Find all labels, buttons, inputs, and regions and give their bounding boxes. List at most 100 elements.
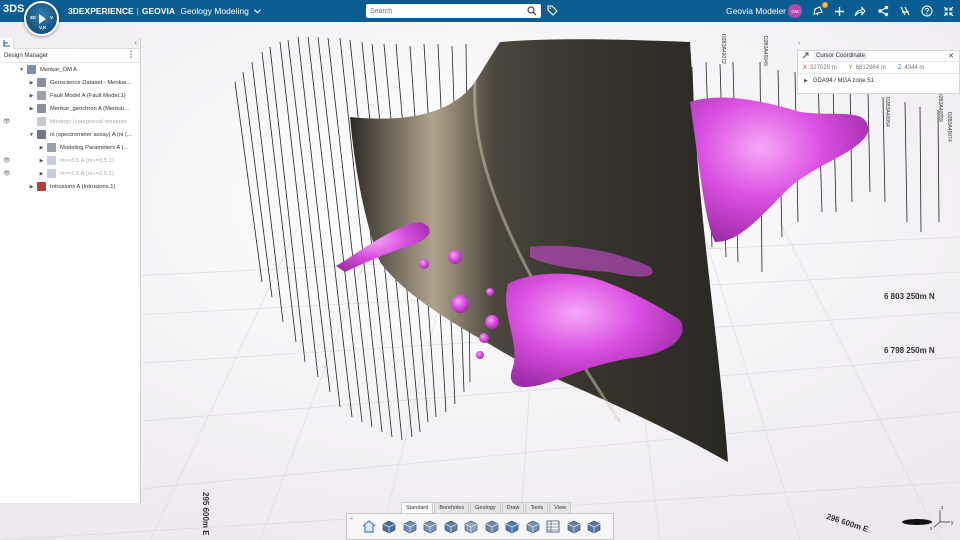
close-icon[interactable]: ✕ [948,52,954,60]
feature-icon [27,65,36,74]
eye-hidden-icon[interactable]: 👁 [3,157,11,164]
network-share-icon[interactable] [876,4,890,18]
home-icon[interactable] [359,517,378,537]
panel-header: Design Manager ⋮ [0,49,140,63]
tree-item[interactable]: ▶ Intrusions A (Intrusions.1) [28,180,115,193]
tree-item[interactable]: ▶ Fault Model A (Fault Model.1) [28,89,126,102]
compass-left-label: 3D [30,15,36,20]
user-avatar[interactable]: GM [788,4,802,18]
feature-icon [37,117,46,126]
tree-item-label: ni (spectrometer assay) A (ni (... [50,131,132,138]
solid-blue-icon[interactable] [503,517,522,537]
northing-label: 6 803 250m N [884,292,935,301]
user-name[interactable]: Geovia Modeler [726,6,786,16]
geology-3d-scene[interactable] [0,22,960,540]
orebody-blob[interactable] [485,315,499,329]
northing-label: 6 798 250m N [884,346,935,355]
tree-item-label: Menkar_geochron A (Menkar... [50,105,129,112]
help-icon[interactable] [920,4,934,18]
orebody-blob[interactable] [451,295,469,313]
tree-item[interactable]: ▼ ni (spectrometer assay) A (ni (... [28,128,132,141]
eye-hidden-icon[interactable]: 👁 [3,118,11,125]
section-icon[interactable] [441,517,460,537]
grid-icon[interactable] [462,517,481,537]
compass-button[interactable]: 3D V V,R [24,1,59,36]
y-key: Y [848,64,853,71]
coord-title: Cursor Coordinate [813,52,869,60]
eye-hidden-icon[interactable]: 👁 [3,170,11,177]
drillhole-label: D2B3A40059 [937,92,943,122]
filter-icon[interactable] [564,517,583,537]
tab-geology[interactable]: Geology [470,502,501,513]
layers-icon[interactable] [421,517,440,537]
chevron-left-icon[interactable]: › [798,41,800,47]
tab-draw[interactable]: Draw [501,502,525,513]
expand-toggle-icon[interactable]: ▼ [28,132,35,138]
chevron-down-icon[interactable] [254,9,262,16]
more-options-icon[interactable]: ⋮ [127,50,135,59]
coordinate-system-row[interactable]: ▶ GDA94 / MGA zone 51 [798,74,959,87]
package-icon[interactable] [585,517,604,537]
tree-item[interactable]: ▶ Geoscience Dataset - Menkar... [28,76,131,89]
expand-toggle-icon[interactable]: ▼ [18,67,25,73]
cursor-coordinate-panel: Cursor Coordinate ✕ X 327025 m Y 6812964 m… [797,50,960,94]
3d-viewport[interactable]: 6 803 250m N 6 798 250m N 295 600m E 296… [0,22,960,540]
tree-item-label: ni>=2.5 A (ni>=2.5.1) [60,170,114,177]
tree-item[interactable]: 👁 ▶ ni>=3.5 A (ni>=3.5.1) [3,154,114,167]
block-model-icon[interactable] [400,517,419,537]
coord-pin-icon[interactable] [802,52,809,61]
search-box[interactable] [366,4,541,18]
tab-view[interactable]: View [549,502,572,513]
tree-item-label: Intrusions A (Intrusions.1) [50,183,116,190]
drillhole-label: D2B3A40074 [946,112,952,142]
chevron-right-icon[interactable]: ▶ [804,78,808,84]
expand-toggle-icon[interactable]: ▶ [38,171,45,177]
title-app: Geology Modeling [180,6,249,16]
tab-boreholes[interactable]: Boreholes [434,502,470,513]
action-bar-tools: ⌃ [346,513,614,540]
app-title[interactable]: 3DEXPERIENCE | GEOVIA Geology Modeling [68,6,262,16]
feature-icon [37,104,46,113]
expand-toggle-icon[interactable]: ▶ [28,80,35,86]
table-icon[interactable] [544,517,563,537]
feature-icon [37,182,46,191]
orebody-blob[interactable] [448,250,462,264]
tree-item[interactable]: ▶ Menkar_geochron A (Menkar... [28,102,129,115]
axis-z-label: z [941,505,944,511]
search-icon[interactable] [527,6,537,18]
feature-icon [37,78,46,87]
tree-item[interactable]: 👁 lithology (categorical measure [3,115,127,128]
tab-tools[interactable]: Tools [525,502,549,513]
axis-triad-widget[interactable]: z y x [900,502,955,532]
tree-view-tab[interactable] [0,37,14,49]
solid-icon[interactable] [482,517,501,537]
search-input[interactable] [370,7,520,15]
feature-icon [47,169,56,178]
notification-badge: 4 [822,2,828,8]
apps-compass-icon[interactable] [898,4,912,18]
expand-toggle-icon[interactable]: ▶ [28,93,35,99]
add-icon[interactable] [832,4,846,18]
orebody-blob[interactable] [486,288,494,296]
expand-toggle-icon[interactable]: ▶ [38,145,45,151]
tree-item[interactable]: 👁 ▶ ni>=2.5 A (ni>=2.5.1) [3,167,114,180]
orebody-blob[interactable] [476,351,484,359]
z-value: 4344 m [904,64,925,71]
expand-toggle-icon[interactable]: ▶ [28,106,35,112]
orebody-blob[interactable] [479,333,489,343]
tree-item-label: Fault Model A (Fault Model.1) [50,92,126,99]
tree-item[interactable]: ▶ Modeling Parameters A (... [38,141,128,154]
mesh-icon[interactable] [523,517,542,537]
tab-standard[interactable]: Standard [401,502,434,513]
tree-item[interactable]: ▼ Menkar_OM A [18,63,77,76]
expand-toggle-icon[interactable]: ▶ [38,158,45,164]
orebody-blob[interactable] [419,259,429,269]
expand-toggle-icon[interactable]: ▶ [28,184,35,190]
share-arrow-icon[interactable] [853,4,867,18]
collapse-panel-icon[interactable]: ‹ [135,40,137,47]
chevron-up-icon[interactable]: ⌃ [349,517,354,524]
surface-icon[interactable] [380,517,399,537]
fullscreen-exit-icon[interactable] [941,4,955,18]
3ds-logo-icon[interactable]: 3DS [3,3,24,15]
tag-icon[interactable] [547,5,558,18]
